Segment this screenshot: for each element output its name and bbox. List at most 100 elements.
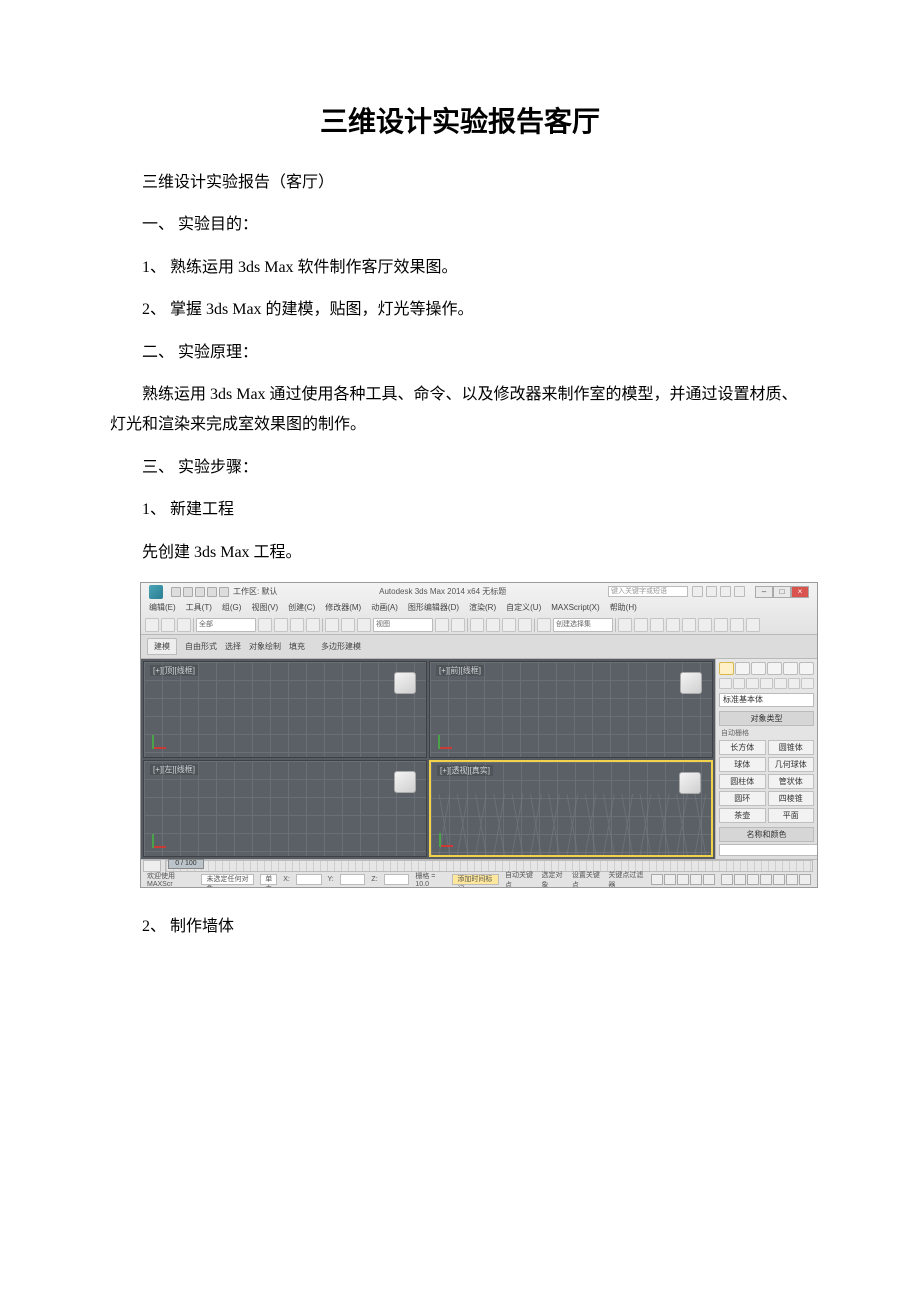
menu-item[interactable]: 工具(T) <box>186 602 212 613</box>
tool-rect-select-icon[interactable] <box>290 618 304 632</box>
object-type-button[interactable]: 圆锥体 <box>768 740 815 755</box>
viewport-label[interactable]: [+][左][线框] <box>150 764 198 775</box>
viewcube-icon[interactable] <box>680 672 702 694</box>
ribbon-tab[interactable]: 填充 <box>289 641 305 652</box>
tool-render-frame-icon[interactable] <box>730 618 744 632</box>
ribbon-tab[interactable]: 选择 <box>225 641 241 652</box>
timeline-config-icon[interactable] <box>143 860 161 872</box>
systems-icon[interactable] <box>801 678 814 689</box>
ribbon-tab[interactable]: 建模 <box>147 638 177 655</box>
viewport-top[interactable]: [+][顶][线框] <box>143 661 427 758</box>
tool-align-icon[interactable] <box>634 618 648 632</box>
modify-tab-icon[interactable] <box>735 662 750 675</box>
tool-rotate-icon[interactable] <box>341 618 355 632</box>
menu-item[interactable]: 编辑(E) <box>149 602 176 613</box>
zoom-icon[interactable] <box>721 874 733 885</box>
shapes-icon[interactable] <box>733 678 746 689</box>
viewport-label[interactable]: [+][顶][线框] <box>150 665 198 676</box>
search-input[interactable]: 键入关键字或短语 <box>608 586 688 597</box>
tool-mirror-icon[interactable] <box>618 618 632 632</box>
ribbon-tab[interactable]: 自由形式 <box>185 641 217 652</box>
tool-select-obj-icon[interactable] <box>258 618 272 632</box>
coord-y-input[interactable] <box>340 874 366 885</box>
tool-spinner-snap-icon[interactable] <box>518 618 532 632</box>
menu-item[interactable]: 动画(A) <box>371 602 398 613</box>
tool-schematic-icon[interactable] <box>682 618 696 632</box>
rollout-header[interactable]: 对象类型 <box>719 711 814 726</box>
goto-start-icon[interactable] <box>651 874 663 885</box>
goto-end-icon[interactable] <box>703 874 715 885</box>
menu-item[interactable]: 视图(V) <box>251 602 278 613</box>
favorite-icon[interactable] <box>720 586 731 597</box>
menu-item[interactable]: 自定义(U) <box>506 602 541 613</box>
viewport-label[interactable]: [+][透视][真实] <box>437 765 493 776</box>
lights-icon[interactable] <box>746 678 759 689</box>
fov-icon[interactable] <box>760 874 772 885</box>
rollout-header[interactable]: 名称和颜色 <box>719 827 814 842</box>
object-type-button[interactable]: 圆柱体 <box>719 774 766 789</box>
autogrid-checkbox[interactable]: 自动栅格 <box>719 728 814 740</box>
tool-select-icon[interactable] <box>145 618 159 632</box>
zoom-all-icon[interactable] <box>734 874 746 885</box>
tool-curve-editor-icon[interactable] <box>666 618 680 632</box>
exchange-icon[interactable] <box>706 586 717 597</box>
pan-icon[interactable] <box>773 874 785 885</box>
coord-z-input[interactable] <box>384 874 410 885</box>
object-type-button[interactable]: 茶壶 <box>719 808 766 823</box>
viewcube-icon[interactable] <box>679 772 701 794</box>
tool-window-cross-icon[interactable] <box>306 618 320 632</box>
next-frame-icon[interactable] <box>690 874 702 885</box>
signin-icon[interactable] <box>692 586 703 597</box>
play-icon[interactable] <box>677 874 689 885</box>
tool-link-icon[interactable] <box>161 618 175 632</box>
time-tag-button[interactable]: 添加时间标记 <box>452 874 499 885</box>
category-dropdown[interactable]: 标准基本体 <box>719 693 814 707</box>
utilities-tab-icon[interactable] <box>799 662 814 675</box>
menu-item[interactable]: 组(G) <box>222 602 242 613</box>
menu-item[interactable]: 图形编辑器(D) <box>408 602 459 613</box>
display-tab-icon[interactable] <box>783 662 798 675</box>
viewport-front[interactable]: [+][前][线框] <box>429 661 713 758</box>
menu-item[interactable]: 创建(C) <box>288 602 315 613</box>
maximize-viewport-icon[interactable] <box>799 874 811 885</box>
keyfilter-button[interactable]: 关键点过滤器 <box>608 870 645 888</box>
object-type-button[interactable]: 管状体 <box>768 774 815 789</box>
tool-percent-snap-icon[interactable] <box>502 618 516 632</box>
setkey-button[interactable]: 设置关键点 <box>572 870 603 888</box>
object-name-input[interactable] <box>719 844 818 856</box>
helpers-icon[interactable] <box>774 678 787 689</box>
tool-angle-snap-icon[interactable] <box>486 618 500 632</box>
geometry-icon[interactable] <box>719 678 732 689</box>
refcoord-dropdown[interactable]: 视图 <box>373 618 433 632</box>
tool-snap-icon[interactable] <box>470 618 484 632</box>
help-icon[interactable] <box>734 586 745 597</box>
zoom-extents-icon[interactable] <box>747 874 759 885</box>
tool-pivot-icon[interactable] <box>435 618 449 632</box>
viewcube-icon[interactable] <box>394 672 416 694</box>
viewport-perspective[interactable]: [+][透视][真实] <box>429 760 713 857</box>
object-type-button[interactable]: 几何球体 <box>768 757 815 772</box>
autokey-button[interactable]: 自动关键点 <box>505 870 536 888</box>
object-type-button[interactable]: 球体 <box>719 757 766 772</box>
viewport-label[interactable]: [+][前][线框] <box>436 665 484 676</box>
qat-redo-icon[interactable] <box>219 587 229 597</box>
object-type-button[interactable]: 平面 <box>768 808 815 823</box>
tool-manip-icon[interactable] <box>451 618 465 632</box>
workspace-label[interactable]: 工作区: 默认 <box>233 586 277 597</box>
close-button[interactable]: × <box>791 586 809 598</box>
object-type-button[interactable]: 四棱锥 <box>768 791 815 806</box>
orbit-icon[interactable] <box>786 874 798 885</box>
menu-item[interactable]: 修改器(M) <box>325 602 361 613</box>
qat-save-icon[interactable] <box>195 587 205 597</box>
prev-frame-icon[interactable] <box>664 874 676 885</box>
qat-open-icon[interactable] <box>183 587 193 597</box>
time-slider-handle[interactable]: 0 / 100 <box>168 859 204 869</box>
object-type-button[interactable]: 圆环 <box>719 791 766 806</box>
tool-material-icon[interactable] <box>698 618 712 632</box>
maxscript-mini-listener[interactable]: 欢迎使用 MAXScr <box>147 871 195 888</box>
ribbon-tab[interactable]: 对象绘制 <box>249 641 281 652</box>
viewcube-icon[interactable] <box>394 771 416 793</box>
spacewarps-icon[interactable] <box>788 678 801 689</box>
time-slider[interactable]: 0 / 100 <box>165 860 813 872</box>
coord-x-input[interactable] <box>296 874 322 885</box>
